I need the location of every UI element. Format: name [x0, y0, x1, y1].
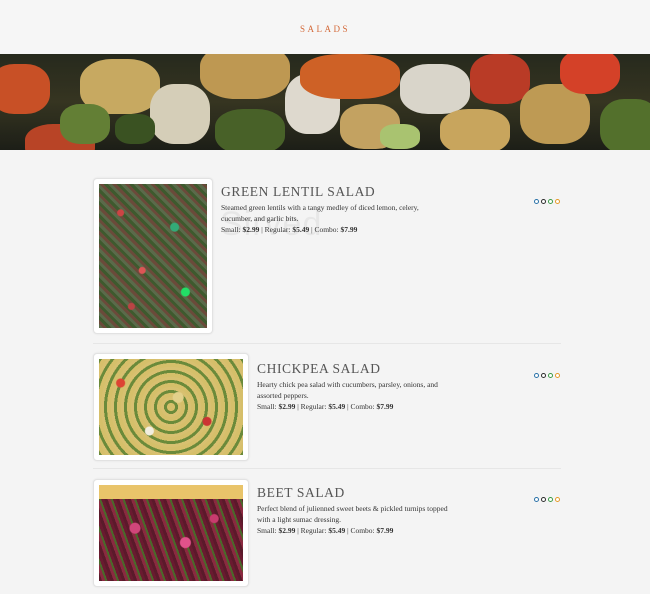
item-prices: Small: $2.99 | Regular: $5.49 | Combo: $…	[257, 402, 394, 411]
beet-salad-photo	[99, 485, 243, 581]
divider	[93, 343, 561, 344]
rating-dots	[534, 199, 560, 204]
dot-blue	[534, 373, 539, 378]
item-description: Perfect blend of julienned sweet beets &…	[257, 504, 448, 524]
item-prices: Small: $2.99 | Regular: $5.49 | Combo: $…	[221, 225, 358, 234]
dot-green	[548, 497, 553, 502]
dot-blue	[534, 497, 539, 502]
dot-orange	[555, 373, 560, 378]
dot-black	[541, 373, 546, 378]
item-title: BEET SALAD	[257, 485, 345, 500]
item-title: CHICKPEA SALAD	[257, 361, 381, 376]
menu-item: BEET SALAD Perfect blend of julienned sw…	[93, 479, 561, 589]
menu-item: CHICKPEA SALAD Hearty chick pea salad wi…	[93, 353, 561, 463]
dot-orange	[555, 199, 560, 204]
item-photo-frame[interactable]	[93, 479, 249, 587]
page-title: SALADS	[299, 24, 350, 34]
item-description: Hearty chick pea salad with cucumbers, p…	[257, 380, 438, 400]
item-photo-frame[interactable]	[93, 178, 213, 334]
chickpea-salad-photo	[99, 359, 243, 455]
dot-green	[548, 373, 553, 378]
dot-orange	[555, 497, 560, 502]
page-header: SALADS	[0, 0, 650, 54]
item-photo-frame[interactable]	[93, 353, 249, 461]
hero-banner	[0, 54, 650, 150]
dot-blue	[534, 199, 539, 204]
dot-green	[548, 199, 553, 204]
dot-black	[541, 199, 546, 204]
rating-dots	[534, 373, 560, 378]
menu-item: GREEN LENTIL SALAD Steamed green lentils…	[93, 178, 561, 338]
item-title: GREEN LENTIL SALAD	[221, 184, 376, 199]
divider	[93, 468, 561, 469]
item-prices: Small: $2.99 | Regular: $5.49 | Combo: $…	[257, 526, 394, 535]
item-description: Steamed green lentils with a tangy medle…	[221, 203, 419, 223]
rating-dots	[534, 497, 560, 502]
lentil-salad-photo	[99, 184, 207, 328]
dot-black	[541, 497, 546, 502]
